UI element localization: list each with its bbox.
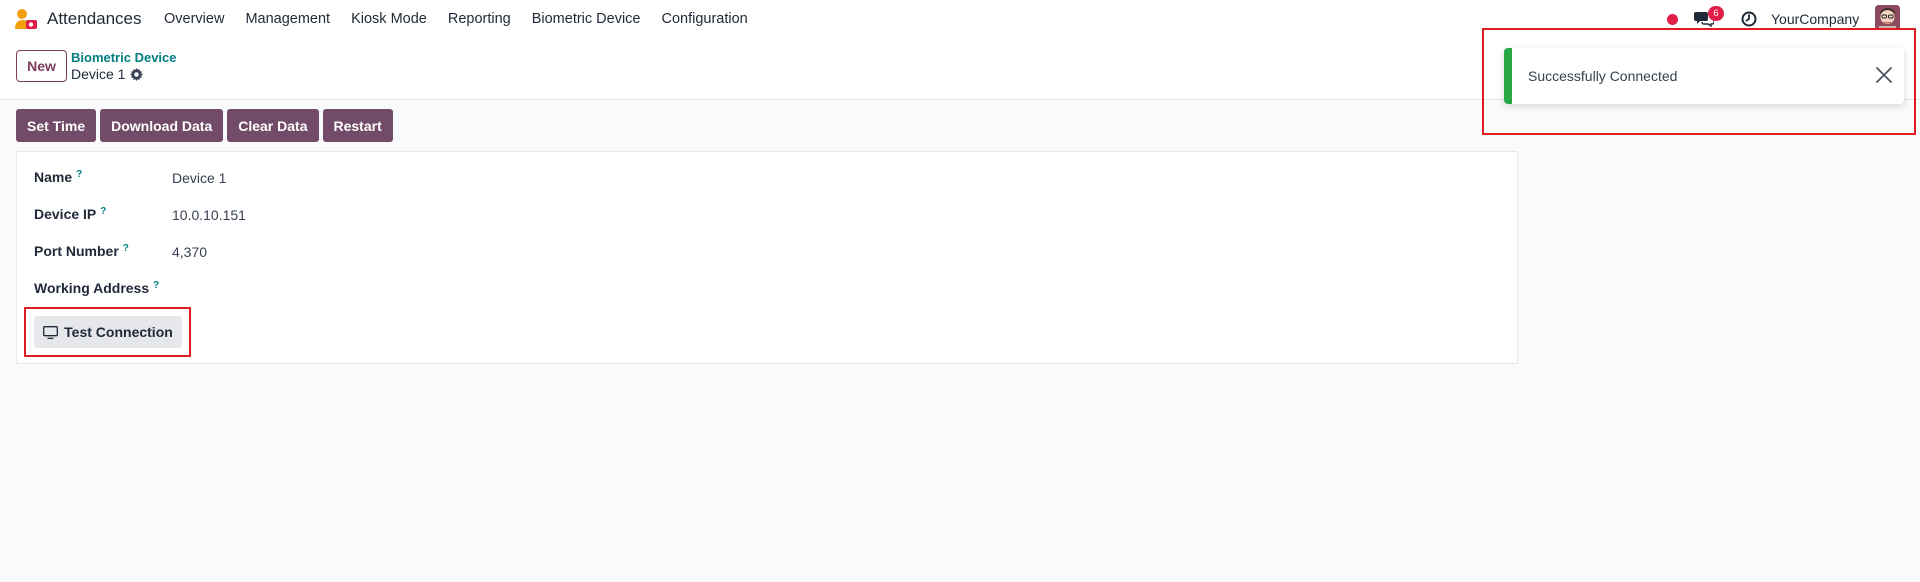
field-port-number: Port Number ? [34,243,129,259]
gear-icon[interactable] [130,67,144,81]
activity-clock-icon[interactable] [1741,11,1757,27]
field-value-port-number[interactable]: 4,370 [172,244,207,260]
recording-indicator-icon[interactable] [1667,14,1678,25]
field-value-name[interactable]: Device 1 [172,170,226,186]
help-tooltip-icon[interactable]: ? [76,169,82,180]
nav-item-management[interactable]: Management [245,11,330,27]
form-action-buttons: Set Time Download Data Clear Data Restar… [16,109,393,142]
nav-item-biometric-device[interactable]: Biometric Device [532,11,641,27]
clear-data-button[interactable]: Clear Data [227,109,319,142]
nav-item-configuration[interactable]: Configuration [662,11,748,27]
user-avatar[interactable] [1875,5,1900,30]
record-title: Device 1 [71,66,126,82]
field-value-device-ip[interactable]: 10.0.10.151 [172,207,246,223]
highlight-box-test-connection [24,307,191,357]
field-label-port-number: Port Number [34,243,119,259]
app-name[interactable]: Attendances [47,9,142,29]
success-indicator-bar [1504,48,1512,104]
company-switcher[interactable]: YourCompany [1771,11,1859,27]
field-device-ip: Device IP ? [34,206,106,222]
restart-button[interactable]: Restart [322,109,393,142]
field-label-device-ip: Device IP [34,206,97,222]
nav-item-kiosk-mode[interactable]: Kiosk Mode [351,11,427,27]
download-data-button[interactable]: Download Data [100,109,224,142]
breadcrumb-biometric-device[interactable]: Biometric Device [71,50,177,65]
help-tooltip-icon[interactable]: ? [153,280,159,291]
field-name: Name ? [34,169,82,185]
main-menu: Overview Management Kiosk Mode Reporting… [164,11,769,27]
nav-item-reporting[interactable]: Reporting [448,11,511,27]
notification-message: Successfully Connected [1528,68,1678,84]
set-time-button[interactable]: Set Time [16,109,97,142]
message-count-badge: 6 [1708,6,1724,21]
close-icon[interactable] [1875,66,1893,84]
new-record-button[interactable]: New [16,50,67,82]
attendances-app-icon[interactable] [14,8,38,30]
breadcrumb-current: Device 1 [71,66,144,82]
form-sheet: Name ? Device 1 Device IP ? 10.0.10.151 … [16,151,1518,364]
success-notification: Successfully Connected [1504,48,1904,104]
field-label-name: Name [34,169,73,185]
nav-item-overview[interactable]: Overview [164,11,224,27]
field-working-address: Working Address ? [34,280,159,296]
help-tooltip-icon[interactable]: ? [100,206,106,217]
field-label-working-address: Working Address [34,280,150,296]
help-tooltip-icon[interactable]: ? [123,243,129,254]
